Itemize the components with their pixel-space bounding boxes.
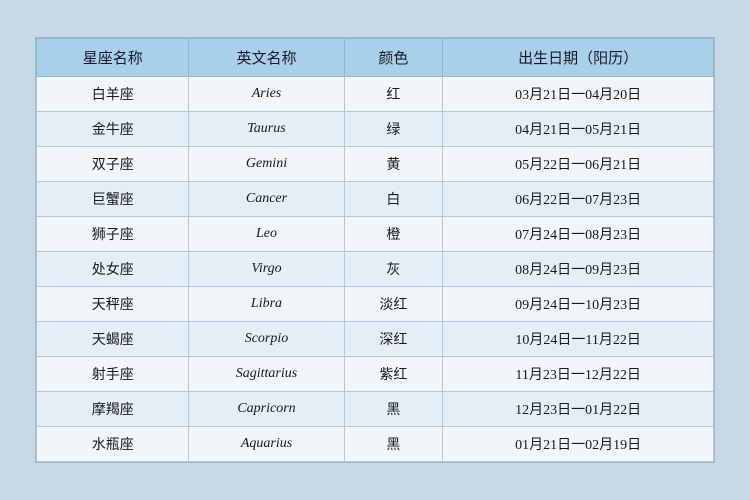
color-cell: 深红 — [344, 322, 443, 357]
dates-cell: 04月21日一05月21日 — [443, 112, 714, 147]
english-name-cell: Sagittarius — [189, 357, 344, 392]
color-cell: 黄 — [344, 147, 443, 182]
dates-cell: 10月24日一11月22日 — [443, 322, 714, 357]
zodiac-table-container: 星座名称 英文名称 颜色 出生日期（阳历） 白羊座Aries红03月21日一04… — [35, 37, 715, 463]
table-row: 处女座Virgo灰08月24日一09月23日 — [37, 252, 714, 287]
table-row: 狮子座Leo橙07月24日一08月23日 — [37, 217, 714, 252]
english-name-cell: Taurus — [189, 112, 344, 147]
color-cell: 灰 — [344, 252, 443, 287]
dates-cell: 06月22日一07月23日 — [443, 182, 714, 217]
color-cell: 黑 — [344, 427, 443, 462]
color-cell: 淡红 — [344, 287, 443, 322]
header-english-name: 英文名称 — [189, 39, 344, 77]
table-row: 双子座Gemini黄05月22日一06月21日 — [37, 147, 714, 182]
table-row: 白羊座Aries红03月21日一04月20日 — [37, 77, 714, 112]
chinese-name-cell: 天蝎座 — [37, 322, 189, 357]
chinese-name-cell: 双子座 — [37, 147, 189, 182]
chinese-name-cell: 天秤座 — [37, 287, 189, 322]
english-name-cell: Cancer — [189, 182, 344, 217]
table-row: 摩羯座Capricorn黑12月23日一01月22日 — [37, 392, 714, 427]
english-name-cell: Scorpio — [189, 322, 344, 357]
chinese-name-cell: 射手座 — [37, 357, 189, 392]
chinese-name-cell: 处女座 — [37, 252, 189, 287]
table-row: 射手座Sagittarius紫红11月23日一12月22日 — [37, 357, 714, 392]
zodiac-table: 星座名称 英文名称 颜色 出生日期（阳历） 白羊座Aries红03月21日一04… — [36, 38, 714, 462]
english-name-cell: Leo — [189, 217, 344, 252]
table-header-row: 星座名称 英文名称 颜色 出生日期（阳历） — [37, 39, 714, 77]
english-name-cell: Libra — [189, 287, 344, 322]
header-color: 颜色 — [344, 39, 443, 77]
header-birth-date: 出生日期（阳历） — [443, 39, 714, 77]
dates-cell: 09月24日一10月23日 — [443, 287, 714, 322]
english-name-cell: Aries — [189, 77, 344, 112]
table-row: 金牛座Taurus绿04月21日一05月21日 — [37, 112, 714, 147]
color-cell: 紫红 — [344, 357, 443, 392]
table-row: 天秤座Libra淡红09月24日一10月23日 — [37, 287, 714, 322]
chinese-name-cell: 金牛座 — [37, 112, 189, 147]
dates-cell: 12月23日一01月22日 — [443, 392, 714, 427]
chinese-name-cell: 摩羯座 — [37, 392, 189, 427]
chinese-name-cell: 狮子座 — [37, 217, 189, 252]
chinese-name-cell: 白羊座 — [37, 77, 189, 112]
dates-cell: 05月22日一06月21日 — [443, 147, 714, 182]
english-name-cell: Aquarius — [189, 427, 344, 462]
table-row: 巨蟹座Cancer白06月22日一07月23日 — [37, 182, 714, 217]
dates-cell: 07月24日一08月23日 — [443, 217, 714, 252]
english-name-cell: Virgo — [189, 252, 344, 287]
table-row: 水瓶座Aquarius黑01月21日一02月19日 — [37, 427, 714, 462]
table-row: 天蝎座Scorpio深红10月24日一11月22日 — [37, 322, 714, 357]
color-cell: 红 — [344, 77, 443, 112]
english-name-cell: Gemini — [189, 147, 344, 182]
english-name-cell: Capricorn — [189, 392, 344, 427]
color-cell: 绿 — [344, 112, 443, 147]
dates-cell: 03月21日一04月20日 — [443, 77, 714, 112]
color-cell: 黑 — [344, 392, 443, 427]
dates-cell: 08月24日一09月23日 — [443, 252, 714, 287]
dates-cell: 11月23日一12月22日 — [443, 357, 714, 392]
color-cell: 白 — [344, 182, 443, 217]
table-body: 白羊座Aries红03月21日一04月20日金牛座Taurus绿04月21日一0… — [37, 77, 714, 462]
chinese-name-cell: 巨蟹座 — [37, 182, 189, 217]
header-chinese-name: 星座名称 — [37, 39, 189, 77]
dates-cell: 01月21日一02月19日 — [443, 427, 714, 462]
chinese-name-cell: 水瓶座 — [37, 427, 189, 462]
color-cell: 橙 — [344, 217, 443, 252]
